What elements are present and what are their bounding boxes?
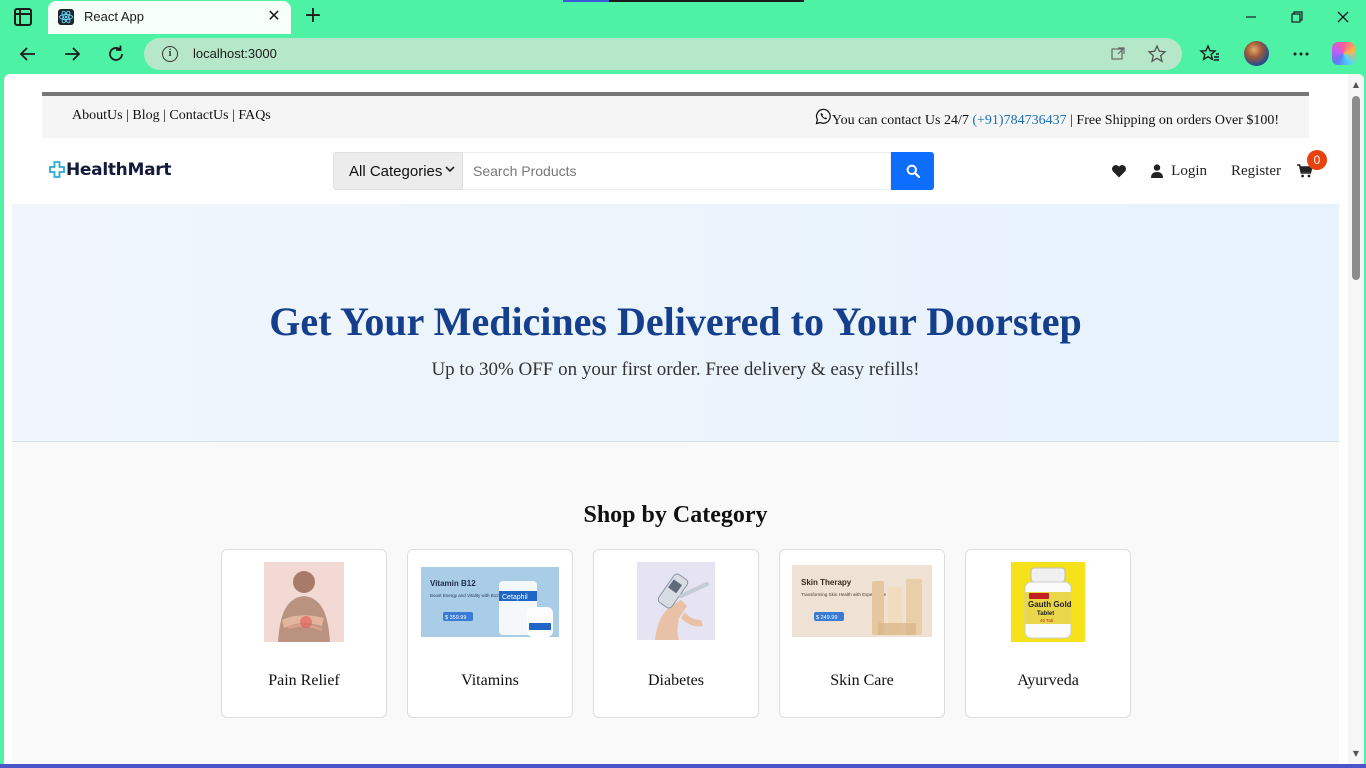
register-link[interactable]: Register (1231, 163, 1281, 180)
vitamins-img-heading: Vitamin B12 (430, 579, 476, 588)
shipping-text: | Free Shipping on orders Over $100! (1070, 113, 1279, 128)
category-card-skin-care[interactable]: Skin Therapy Transforming Skin Health wi… (779, 549, 945, 718)
vitamins-img-sub: Boost Energy and Vitality with B12 Care (430, 593, 510, 598)
link-faqs[interactable]: FAQs (238, 108, 270, 123)
vitamins-image: Vitamin B12 Boost Energy and Vitality wi… (421, 567, 559, 637)
address-url[interactable]: localhost:3000 (193, 46, 277, 61)
category-section-title: Shop by Category (583, 502, 768, 528)
hero-title: Get Your Medicines Delivered to Your Doo… (269, 299, 1082, 344)
profile-avatar[interactable] (1244, 41, 1269, 66)
category-select[interactable]: All Categories (333, 152, 462, 190)
category-section: Shop by Category Pain Relief Vitamin B12 (12, 442, 1339, 764)
logo-text: HealthMart (66, 160, 172, 180)
category-label: Vitamins (461, 672, 519, 689)
scroll-down-icon[interactable]: ▼ (1351, 749, 1361, 758)
reload-icon[interactable] (103, 41, 129, 67)
whatsapp-icon (815, 108, 831, 125)
copilot-icon[interactable] (1332, 42, 1355, 65)
pain-relief-image (264, 562, 344, 642)
contact-info: You can contact Us 24/7 (+91)784736437 |… (815, 108, 1279, 129)
link-aboutus[interactable]: AboutUs (72, 108, 123, 123)
login-link[interactable]: Login (1171, 163, 1207, 180)
tab-close-icon[interactable]: ✕ (265, 7, 283, 25)
browser-tab[interactable]: React App ✕ (48, 1, 291, 34)
restore-icon[interactable] (1286, 6, 1308, 28)
category-grid: Pain Relief Vitamin B12 Boost Energy and… (221, 549, 1131, 718)
cart-count-badge: 0 (1307, 150, 1327, 170)
browser-toolbar: i localhost:3000 (0, 34, 1366, 74)
ayurveda-img-brand: Gauth Gold (1028, 600, 1072, 609)
search-icon (906, 164, 920, 178)
link-separator: | (126, 108, 129, 123)
tab-title: React App (84, 9, 144, 24)
favorite-star-icon[interactable] (1146, 43, 1168, 65)
wishlist-heart-icon[interactable] (1111, 164, 1127, 178)
site-header: HealthMart All Categories Search Product… (12, 138, 1339, 204)
category-label: Pain Relief (268, 672, 340, 689)
ayurveda-img-count: 40 Tab (1040, 618, 1054, 623)
vitamins-img-price: $ 359.99 (445, 615, 466, 621)
new-tab-button[interactable]: + (302, 5, 324, 27)
category-label: Diabetes (648, 672, 704, 689)
tab-actions-icon[interactable] (14, 8, 32, 26)
ayurveda-img-sub: Tablet (1037, 611, 1054, 617)
scroll-up-icon[interactable]: ▲ (1351, 80, 1361, 89)
react-favicon-icon (58, 9, 74, 25)
link-contactus[interactable]: ContactUs (169, 108, 228, 123)
category-select-value: All Categories (349, 162, 443, 180)
hero-subtitle: Up to 30% OFF on your first order. Free … (431, 359, 920, 380)
category-card-diabetes[interactable]: Diabetes (593, 549, 759, 718)
ayurveda-image: Gauth Gold Tablet 40 Tab (1011, 562, 1085, 642)
category-label: Ayurveda (1017, 672, 1079, 689)
more-options-icon[interactable] (1288, 41, 1314, 67)
vitamins-img-brand: Cetaphil (502, 594, 528, 601)
hero-banner: Get Your Medicines Delivered to Your Doo… (12, 204, 1339, 442)
link-separator: | (232, 108, 235, 123)
back-arrow-icon[interactable] (15, 41, 41, 67)
chevron-down-icon (444, 163, 456, 178)
skin-care-image: Skin Therapy Transforming Skin Health wi… (792, 565, 932, 637)
search-input[interactable] (462, 152, 891, 190)
user-icon (1151, 164, 1164, 178)
category-card-ayurveda[interactable]: Gauth Gold Tablet 40 Tab Ayurveda (965, 549, 1131, 718)
search-button[interactable] (891, 152, 934, 190)
category-card-vitamins[interactable]: Vitamin B12 Boost Energy and Vitality wi… (407, 549, 573, 718)
link-separator: | (163, 108, 166, 123)
search-bar: All Categories (333, 152, 935, 190)
contact-text: You can contact Us 24/7 (831, 113, 969, 128)
page-viewport: AboutUs | Blog | ContactUs | FAQs You ca… (4, 74, 1364, 764)
page-scrollbar[interactable]: ▲ ▼ (1348, 74, 1364, 764)
link-blog[interactable]: Blog (132, 108, 159, 123)
skincare-img-heading: Skin Therapy (801, 578, 852, 587)
address-bar[interactable]: i localhost:3000 (144, 38, 1182, 70)
diabetes-image (637, 562, 715, 640)
favorites-icon[interactable] (1197, 41, 1223, 67)
top-links: AboutUs | Blog | ContactUs | FAQs (72, 108, 271, 124)
header-actions: Login Register 0 (1111, 150, 1327, 184)
cart-button[interactable]: 0 (1297, 150, 1327, 178)
window-bottom-edge (0, 764, 1366, 768)
minimize-icon[interactable] (1240, 6, 1262, 28)
forward-arrow-icon[interactable] (59, 41, 85, 67)
top-info-bar: AboutUs | Blog | ContactUs | FAQs You ca… (42, 96, 1309, 138)
category-label: Skin Care (830, 672, 894, 689)
skincare-img-price: $ 249.99 (816, 615, 837, 621)
category-card-pain-relief[interactable]: Pain Relief (221, 549, 387, 718)
medical-cross-icon (49, 161, 65, 178)
window-drag-strip (563, 0, 804, 2)
site-info-icon[interactable]: i (162, 46, 178, 62)
open-in-app-icon[interactable] (1110, 46, 1126, 62)
browser-tab-bar: React App ✕ + (0, 0, 1366, 34)
contact-phone-link[interactable]: (+91)784736437 (972, 113, 1066, 128)
site-logo[interactable]: HealthMart (49, 158, 171, 182)
close-window-icon[interactable] (1332, 6, 1354, 28)
scrollbar-thumb[interactable] (1352, 96, 1360, 280)
